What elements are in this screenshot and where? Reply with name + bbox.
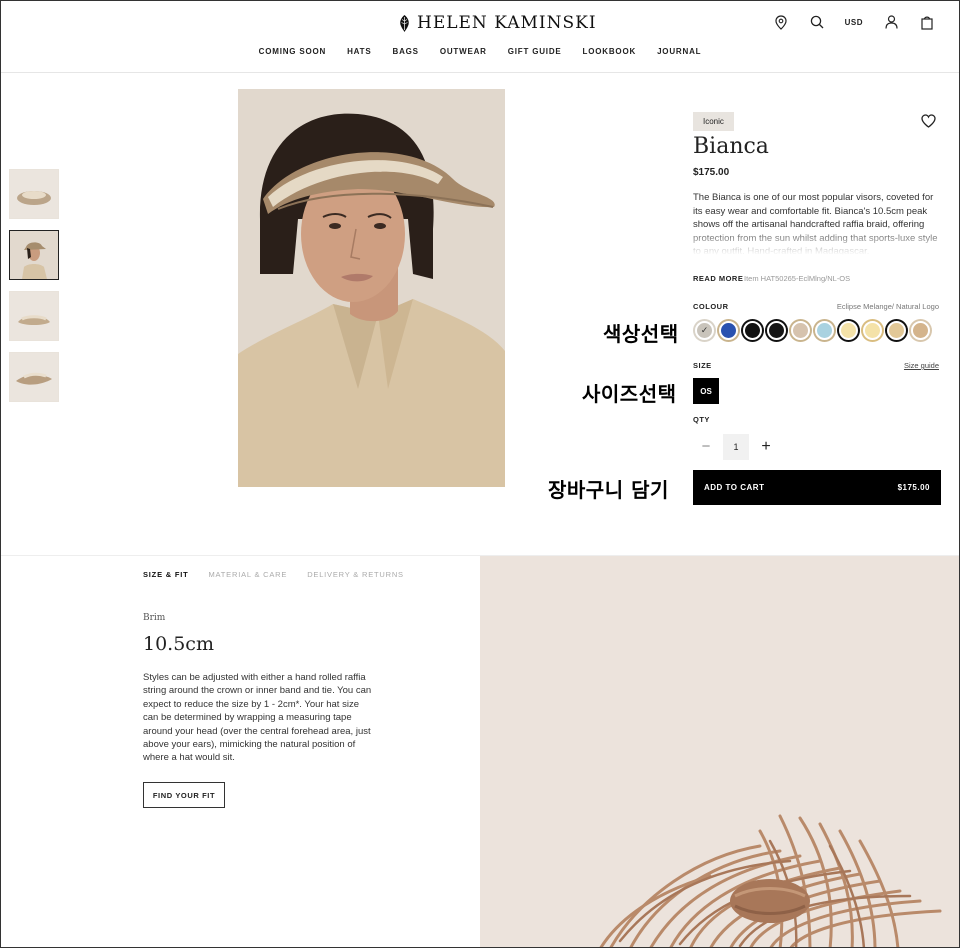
read-more-link[interactable]: READ MORE: [693, 274, 743, 283]
colour-swatch-sand[interactable]: [791, 321, 810, 340]
size-label: SIZE: [693, 361, 712, 370]
main-nav: COMING SOON HATS BAGS OUTWEAR GIFT GUIDE…: [1, 47, 959, 56]
colour-swatch-natural-black[interactable]: [887, 321, 906, 340]
colour-swatch-blue[interactable]: [719, 321, 738, 340]
colour-label: COLOUR: [693, 302, 729, 311]
colour-swatch-tan[interactable]: [911, 321, 930, 340]
nav-journal[interactable]: JOURNAL: [657, 47, 701, 56]
thumbnail-visor-front[interactable]: [9, 169, 59, 219]
tab-size-fit[interactable]: SIZE & FIT: [143, 570, 189, 579]
nav-hats[interactable]: HATS: [347, 47, 371, 56]
main-product-image[interactable]: [238, 89, 505, 487]
annotation-size: 사이즈선택: [582, 382, 677, 406]
brim-value: 10.5cm: [143, 633, 214, 655]
product-description: The Bianca is one of our most popular vi…: [693, 192, 938, 255]
add-to-cart-label: ADD TO CART: [704, 483, 765, 492]
account-icon[interactable]: [883, 14, 899, 30]
site-header: HELEN KAMINSKI USD COMING SOON HATS BAGS…: [1, 1, 959, 73]
size-guide-link[interactable]: Size guide: [904, 361, 939, 370]
thumbnail-visor-back[interactable]: [9, 352, 59, 402]
colour-swatch-black-2[interactable]: [767, 321, 786, 340]
colour-swatch-light-blue[interactable]: [815, 321, 834, 340]
shopping-bag-icon[interactable]: [919, 14, 935, 30]
colour-swatch-cream-black[interactable]: [839, 321, 858, 340]
size-option-os[interactable]: OS: [693, 378, 719, 404]
location-pin-icon[interactable]: [773, 14, 789, 30]
nav-gift-guide[interactable]: GIFT GUIDE: [508, 47, 562, 56]
find-your-fit-button[interactable]: FIND YOUR FIT: [143, 782, 225, 808]
add-to-cart-price: $175.00: [897, 483, 930, 492]
thumbnail-list: [9, 169, 59, 402]
page: HELEN KAMINSKI USD COMING SOON HATS BAGS…: [0, 0, 960, 948]
colour-swatch-list: ✓: [695, 321, 930, 340]
add-to-cart-button[interactable]: ADD TO CART $175.00: [693, 470, 941, 505]
heart-icon[interactable]: [921, 114, 936, 129]
plus-icon[interactable]: +: [757, 437, 775, 457]
brand-logo[interactable]: HELEN KAMINSKI: [399, 13, 597, 33]
selected-colour-name: Eclipse Melange/ Natural Logo: [836, 302, 939, 311]
brand-name: HELEN KAMINSKI: [417, 13, 597, 33]
nav-outwear[interactable]: OUTWEAR: [440, 47, 487, 56]
product-badge: Iconic: [693, 112, 734, 131]
checkmark-icon: ✓: [700, 325, 709, 335]
fit-description: Styles can be adjusted with either a han…: [143, 672, 372, 764]
thumbnail-visor-side[interactable]: [9, 291, 59, 341]
currency-selector[interactable]: USD: [845, 18, 863, 27]
brim-label: Brim: [143, 613, 166, 623]
product-price: $175.00: [693, 167, 730, 178]
leaf-logo-icon: [400, 14, 409, 32]
colour-swatch-eclipse-melange[interactable]: ✓: [695, 321, 714, 340]
qty-label: QTY: [693, 415, 710, 424]
tab-delivery-returns[interactable]: DELIVERY & RETURNS: [307, 570, 404, 579]
header-actions: USD: [773, 14, 935, 30]
tab-material-care[interactable]: MATERIAL & CARE: [209, 570, 288, 579]
product-title: Bianca: [693, 134, 769, 159]
product-sku: Item HAT50265-EclMlng/NL-OS: [744, 274, 851, 283]
nav-coming-soon[interactable]: COMING SOON: [259, 47, 326, 56]
colour-swatch-cream[interactable]: [863, 321, 882, 340]
raffia-image: [480, 556, 959, 947]
minus-icon[interactable]: −: [697, 437, 715, 457]
nav-lookbook[interactable]: LOOKBOOK: [583, 47, 637, 56]
colour-swatch-black-1[interactable]: [743, 321, 762, 340]
thumbnail-model[interactable]: [9, 230, 59, 280]
nav-bags[interactable]: BAGS: [393, 47, 419, 56]
annotation-colour: 색상선택: [603, 322, 679, 346]
search-icon[interactable]: [809, 14, 825, 30]
quantity-input[interactable]: 1: [723, 434, 749, 460]
details-tabs: SIZE & FIT MATERIAL & CARE DELIVERY & RE…: [143, 570, 404, 579]
annotation-cart: 장바구니 담기: [548, 478, 669, 502]
